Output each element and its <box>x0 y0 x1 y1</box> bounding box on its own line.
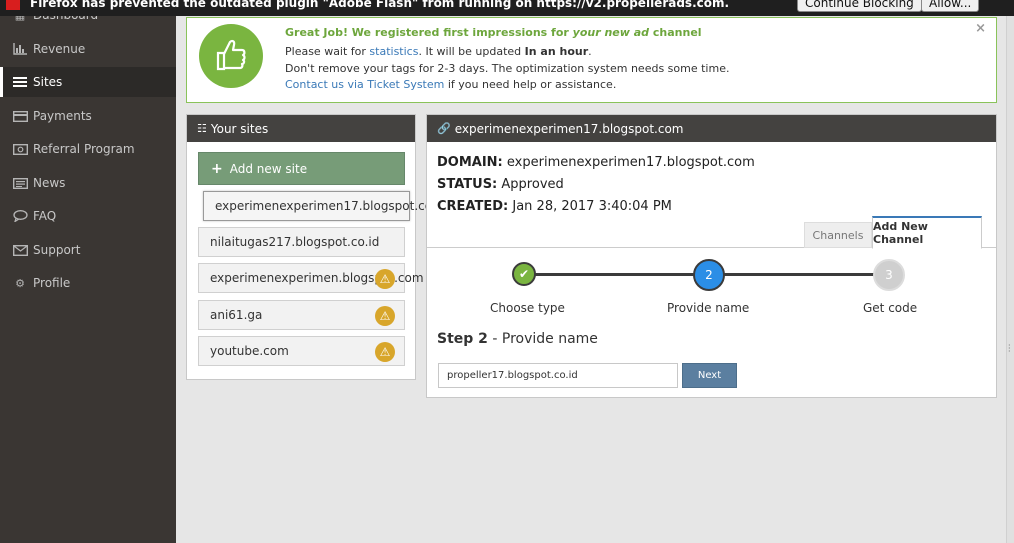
site-name: youtube.com <box>210 344 289 358</box>
alert-title-tail: channel <box>649 26 702 39</box>
sidebar-item-faq[interactable]: FAQ <box>0 201 176 231</box>
step-3-label: Get code <box>863 301 918 315</box>
sidebar: ▦ Dashboard Revenue Sites Payments Refer… <box>0 0 176 543</box>
thumbs-up-badge <box>199 24 263 88</box>
step-1-label: Choose type <box>490 301 565 315</box>
link-icon: 🔗 <box>437 122 451 135</box>
alert-line-1: Please wait for statistics. It will be u… <box>285 45 592 58</box>
tab-add-new-channel[interactable]: Add New Channel <box>872 216 982 249</box>
warning-icon: ⚠ <box>375 306 395 326</box>
sidebar-item-news[interactable]: News <box>0 168 176 198</box>
step-connector <box>524 273 708 276</box>
chat-bubble-icon <box>12 209 28 223</box>
step-heading-rest: - Provide name <box>487 331 598 347</box>
site-item[interactable]: youtube.com ⚠ <box>198 336 405 366</box>
sidebar-item-label: Profile <box>33 276 71 290</box>
your-sites-header: ☷ Your sites <box>187 115 415 142</box>
alert-close-button[interactable]: × <box>975 21 986 36</box>
sidebar-item-label: Payments <box>33 109 92 123</box>
ticket-system-link[interactable]: Contact us via Ticket System <box>285 78 444 91</box>
sidebar-item-label: Revenue <box>33 42 86 56</box>
site-detail-panel: 🔗 experimenexperimen17.blogspot.com DOMA… <box>426 114 997 398</box>
alert-title-text: Great Job! We registered first impressio… <box>285 26 573 39</box>
sidebar-item-support[interactable]: Support <box>0 235 176 265</box>
warning-icon: ⚠ <box>375 342 395 362</box>
created-value: Jan 28, 2017 3:40:04 PM <box>512 199 672 214</box>
alert-line-3: Contact us via Ticket System if you need… <box>285 78 616 91</box>
status-label: STATUS: <box>437 177 498 192</box>
list-icon: ☷ <box>197 122 207 135</box>
alert-line1-mid: . It will be updated <box>418 45 525 58</box>
bar-chart-icon <box>12 42 28 56</box>
site-item[interactable]: nilaitugas217.blogspot.co.id <box>198 227 405 257</box>
site-detail-header: 🔗 experimenexperimen17.blogspot.com <box>427 115 996 142</box>
sidebar-item-profile[interactable]: ⚙ Profile <box>0 268 176 298</box>
step-3-indicator: 3 <box>873 259 905 291</box>
site-detail-title: experimenexperimen17.blogspot.com <box>454 121 684 136</box>
next-button[interactable]: Next <box>682 363 737 388</box>
channel-tabs: Channels Add New Channel <box>427 216 996 249</box>
gears-icon: ⚙ <box>15 276 25 290</box>
status-row: STATUS: Approved <box>437 177 564 192</box>
alert-title: Great Job! We registered first impressio… <box>285 26 702 39</box>
tab-channels[interactable]: Channels <box>804 222 872 248</box>
add-new-site-button[interactable]: + Add new site <box>198 152 405 185</box>
plugin-notification-bar: Firefox has prevented the outdated plugi… <box>0 0 1014 16</box>
site-item[interactable]: ani61.ga ⚠ <box>198 300 405 330</box>
sidebar-item-revenue[interactable]: Revenue <box>0 34 176 64</box>
alert-line1-prefix: Please wait for <box>285 45 370 58</box>
thumbs-up-icon <box>216 39 246 71</box>
warning-icon: ⚠ <box>375 269 395 289</box>
step-heading: Step 2 - Provide name <box>437 331 598 347</box>
sidebar-item-label: Referral Program <box>33 142 135 156</box>
sidebar-item-label: Sites <box>33 75 63 89</box>
alert-line1-end: . <box>588 45 592 58</box>
domain-row: DOMAIN: experimenexperimen17.blogspot.co… <box>437 155 755 170</box>
site-name: nilaitugas217.blogspot.co.id <box>210 235 380 249</box>
success-alert: Great Job! We registered first impressio… <box>186 17 997 103</box>
sidebar-item-label: FAQ <box>33 209 57 223</box>
alert-line3-tail: if you need help or assistance. <box>444 78 617 91</box>
alert-line1-bold: In an hour <box>524 45 589 58</box>
created-row: CREATED: Jan 28, 2017 3:40:04 PM <box>437 199 672 214</box>
your-sites-panel: ☷ Your sites + Add new site experimenexp… <box>186 114 444 380</box>
continue-blocking-button[interactable]: Continue Blocking <box>797 0 922 12</box>
newspaper-icon <box>12 176 28 190</box>
site-name: ani61.ga <box>210 308 263 322</box>
step-heading-bold: Step 2 <box>437 331 488 347</box>
sidebar-item-payments[interactable]: Payments <box>0 101 176 131</box>
site-item[interactable]: experimenexperimen17.blogspot.com <box>203 191 444 221</box>
envelope-icon <box>12 243 28 257</box>
alert-line-2: Don't remove your tags for 2-3 days. The… <box>285 62 730 75</box>
step-2-indicator: 2 <box>693 259 725 291</box>
scroll-grip-icon: · · · <box>1008 341 1011 356</box>
step-1-check-icon: ✔ <box>512 262 536 286</box>
plugin-blocked-icon <box>6 0 20 10</box>
add-new-site-label: Add new site <box>229 161 308 176</box>
page-scrollbar[interactable]: · · · <box>1006 16 1014 543</box>
status-value: Approved <box>501 177 564 192</box>
plugin-message: Firefox has prevented the outdated plugi… <box>30 0 730 10</box>
site-name: experimenexperimen17.blogspot.com <box>215 199 444 213</box>
your-sites-title: Your sites <box>210 121 269 136</box>
step-2-label: Provide name <box>667 301 750 315</box>
domain-label: DOMAIN: <box>437 155 503 170</box>
alert-title-emphasis: your new ad <box>572 26 650 39</box>
sidebar-item-referral-program[interactable]: Referral Program <box>0 134 176 164</box>
statistics-link[interactable]: statistics <box>369 45 418 58</box>
sidebar-item-label: Support <box>33 243 81 257</box>
list-icon <box>12 75 28 89</box>
sidebar-item-label: News <box>33 176 66 190</box>
created-label: CREATED: <box>437 199 509 214</box>
referral-icon <box>12 142 28 156</box>
channel-name-input[interactable] <box>438 363 678 388</box>
site-item[interactable]: experimenexperimen.blogspot.com ⚠ <box>198 263 424 293</box>
credit-card-icon <box>12 109 28 123</box>
step-connector <box>723 273 877 276</box>
domain-value: experimenexperimen17.blogspot.com <box>506 155 755 170</box>
sidebar-item-sites[interactable]: Sites <box>0 67 176 97</box>
allow-button[interactable]: Allow... <box>921 0 980 12</box>
plus-icon: + <box>211 160 223 177</box>
